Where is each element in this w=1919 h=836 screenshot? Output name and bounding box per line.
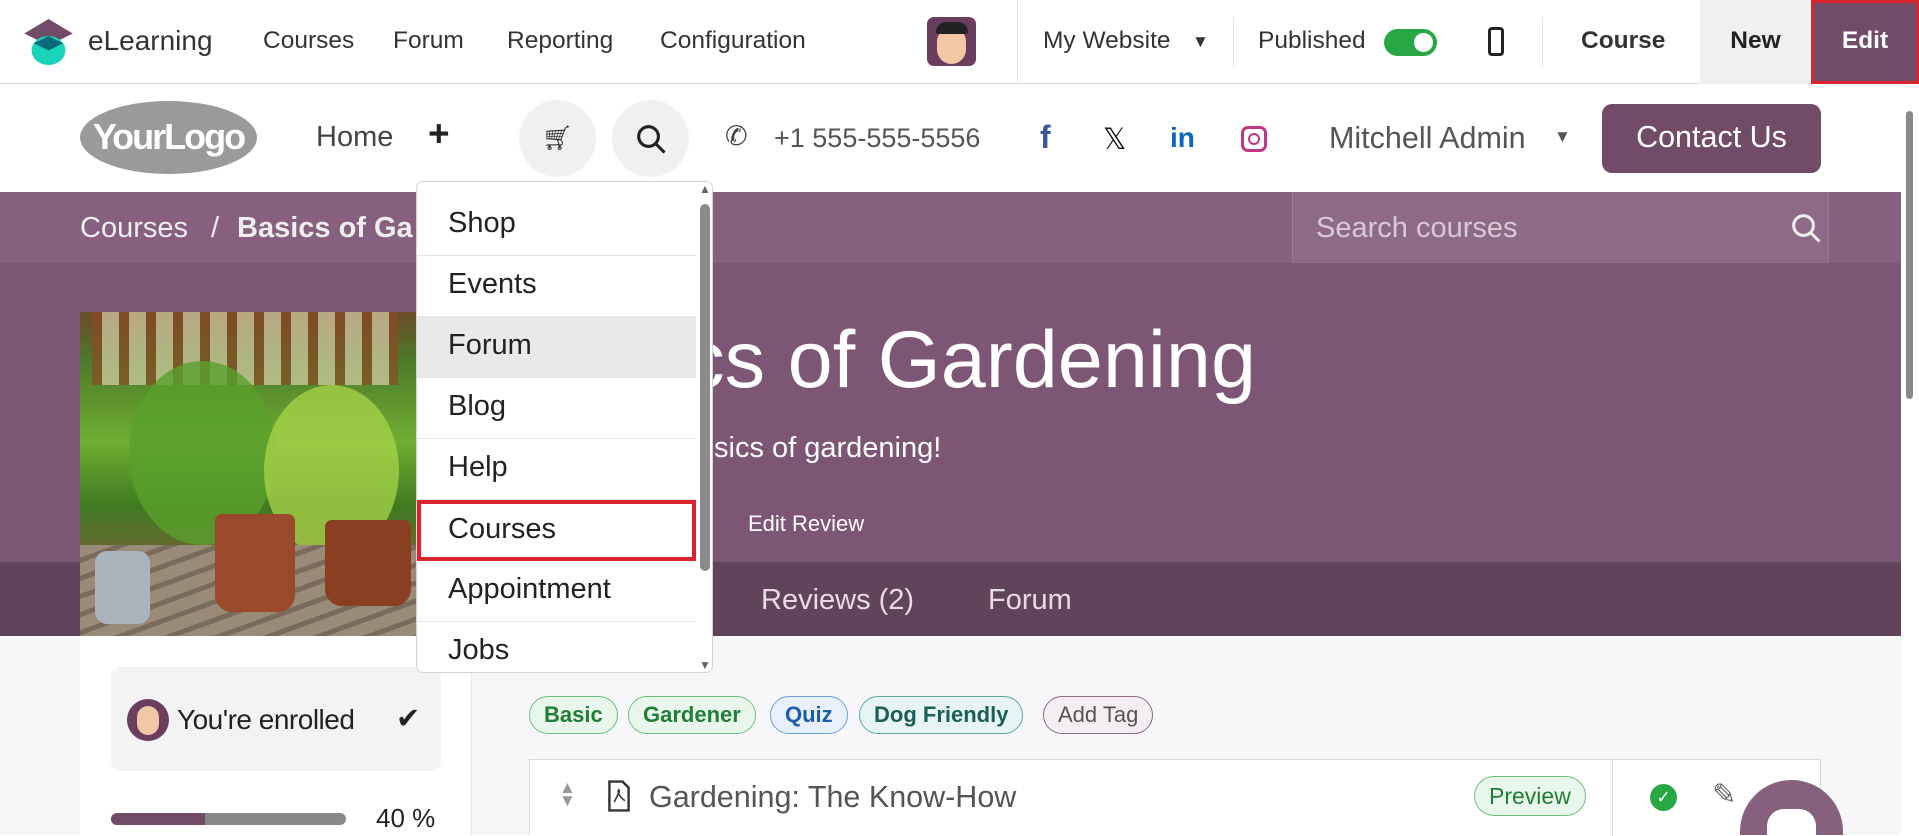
course-image bbox=[80, 312, 418, 636]
course-sidebar: You're enrolled ✔ 40 % bbox=[80, 636, 472, 835]
progress-fill bbox=[111, 813, 205, 825]
dropdown-item-shop[interactable]: Shop bbox=[417, 195, 696, 256]
tag-quiz[interactable]: Quiz bbox=[770, 696, 848, 734]
preview-badge[interactable]: Preview bbox=[1474, 776, 1586, 816]
dropdown-scrollbar[interactable]: ▲ ▼ bbox=[696, 182, 712, 672]
edit-review-link[interactable]: Edit Review bbox=[748, 511, 864, 537]
progress-label: 40 % bbox=[376, 803, 436, 833]
tag-basic[interactable]: Basic bbox=[529, 696, 618, 734]
progress-bar bbox=[111, 813, 346, 825]
breadcrumb-current: Basics of Ga bbox=[237, 212, 413, 244]
pdf-file-icon bbox=[608, 780, 630, 812]
drag-handle-icon[interactable]: ▲ ▼ bbox=[559, 779, 576, 809]
search-courses-input[interactable]: Search courses bbox=[1292, 192, 1829, 263]
phone-number[interactable]: +1 555-555-5556 bbox=[774, 123, 980, 154]
page-scrollbar[interactable] bbox=[1901, 84, 1919, 835]
tab-reviews[interactable]: Reviews (2) bbox=[761, 584, 914, 617]
chat-icon bbox=[1767, 809, 1816, 835]
enrolled-label: You're enrolled bbox=[177, 704, 355, 735]
caret-down-icon: ▼ bbox=[1192, 32, 1209, 51]
caret-down-icon: ▼ bbox=[1554, 127, 1571, 146]
dropdown-item-forum[interactable]: Forum bbox=[417, 317, 696, 378]
new-button[interactable]: New bbox=[1700, 0, 1811, 84]
search-icon bbox=[636, 124, 666, 154]
mobile-preview-icon[interactable] bbox=[1488, 27, 1504, 56]
website-switcher[interactable]: My Website bbox=[1043, 27, 1171, 55]
phone-icon: ✆ bbox=[725, 121, 748, 151]
enrolled-card: You're enrolled ✔ bbox=[111, 667, 441, 771]
add-page-icon[interactable]: + bbox=[428, 113, 450, 155]
check-icon: ✔ bbox=[396, 703, 421, 735]
user-menu[interactable]: Mitchell Admin bbox=[1329, 121, 1526, 156]
lesson-title[interactable]: Gardening: The Know-How bbox=[649, 780, 1016, 815]
dropdown-item-blog[interactable]: Blog bbox=[417, 378, 696, 439]
course-button[interactable]: Course bbox=[1581, 27, 1665, 55]
app-name: eLearning bbox=[88, 25, 213, 56]
menu-configuration[interactable]: Configuration bbox=[660, 27, 806, 55]
x-icon[interactable]: 𝕏 bbox=[1103, 122, 1126, 157]
published-toggle[interactable] bbox=[1384, 29, 1437, 56]
elearning-app-icon bbox=[24, 19, 73, 65]
tag-dog-friendly[interactable]: Dog Friendly bbox=[859, 696, 1024, 734]
menu-reporting[interactable]: Reporting bbox=[507, 27, 613, 55]
search-button[interactable] bbox=[612, 100, 689, 177]
dropdown-item-appointment[interactable]: Appointment bbox=[417, 561, 696, 622]
cart-icon: 🛒︎ bbox=[542, 125, 573, 152]
breadcrumb-separator: / bbox=[211, 212, 220, 244]
course-subtitle: sics of gardening! bbox=[714, 432, 942, 464]
linkedin-icon[interactable]: in bbox=[1170, 122, 1195, 154]
breadcrumb-courses[interactable]: Courses bbox=[80, 212, 188, 245]
edit-pencil-icon[interactable]: ✎ bbox=[1712, 777, 1736, 812]
site-logo[interactable]: YourLogo bbox=[80, 101, 257, 174]
facebook-icon[interactable]: f bbox=[1040, 119, 1051, 156]
search-placeholder: Search courses bbox=[1316, 212, 1518, 244]
nav-home[interactable]: Home bbox=[316, 121, 393, 154]
completed-check-icon[interactable]: ✓ bbox=[1650, 784, 1677, 811]
odoo-topbar: eLearning Courses Forum Reporting Config… bbox=[0, 0, 1919, 84]
tag-gardener[interactable]: Gardener bbox=[628, 696, 756, 734]
menu-courses[interactable]: Courses bbox=[263, 27, 354, 55]
menu-forum[interactable]: Forum bbox=[393, 27, 464, 55]
dropdown-item-courses[interactable]: Courses bbox=[417, 500, 696, 561]
published-label: Published bbox=[1258, 27, 1366, 54]
website-header: YourLogo Home + 🛒︎ ✆ +1 555-555-5556 f 𝕏… bbox=[0, 84, 1901, 192]
breadcrumb-bar: Courses / Basics of Ga Search courses bbox=[0, 192, 1901, 263]
dropdown-item-help[interactable]: Help bbox=[417, 439, 696, 500]
avatar[interactable] bbox=[927, 17, 976, 66]
add-tag-button[interactable]: Add Tag bbox=[1043, 696, 1154, 734]
lesson-row[interactable]: ▲ ▼ Gardening: The Know-How Preview ✓ ✎ bbox=[529, 759, 1821, 836]
add-page-dropdown: Shop Events Forum Blog Help Courses Appointmen… bbox=[416, 181, 713, 673]
dropdown-item-events[interactable]: Events bbox=[417, 256, 696, 317]
edit-button[interactable]: Edit bbox=[1811, 0, 1919, 84]
dropdown-item-jobs[interactable]: Jobs bbox=[417, 622, 696, 672]
cart-button[interactable]: 🛒︎ bbox=[519, 100, 596, 177]
page: eLearning Courses Forum Reporting Config… bbox=[0, 0, 1919, 836]
contact-us-button[interactable]: Contact Us bbox=[1602, 104, 1821, 173]
tab-forum[interactable]: Forum bbox=[988, 584, 1072, 617]
instagram-icon[interactable] bbox=[1241, 126, 1267, 152]
avatar bbox=[127, 699, 169, 741]
search-icon[interactable] bbox=[1790, 212, 1822, 244]
course-hero: Courses / Basics of Ga Search courses Ba… bbox=[0, 192, 1901, 636]
